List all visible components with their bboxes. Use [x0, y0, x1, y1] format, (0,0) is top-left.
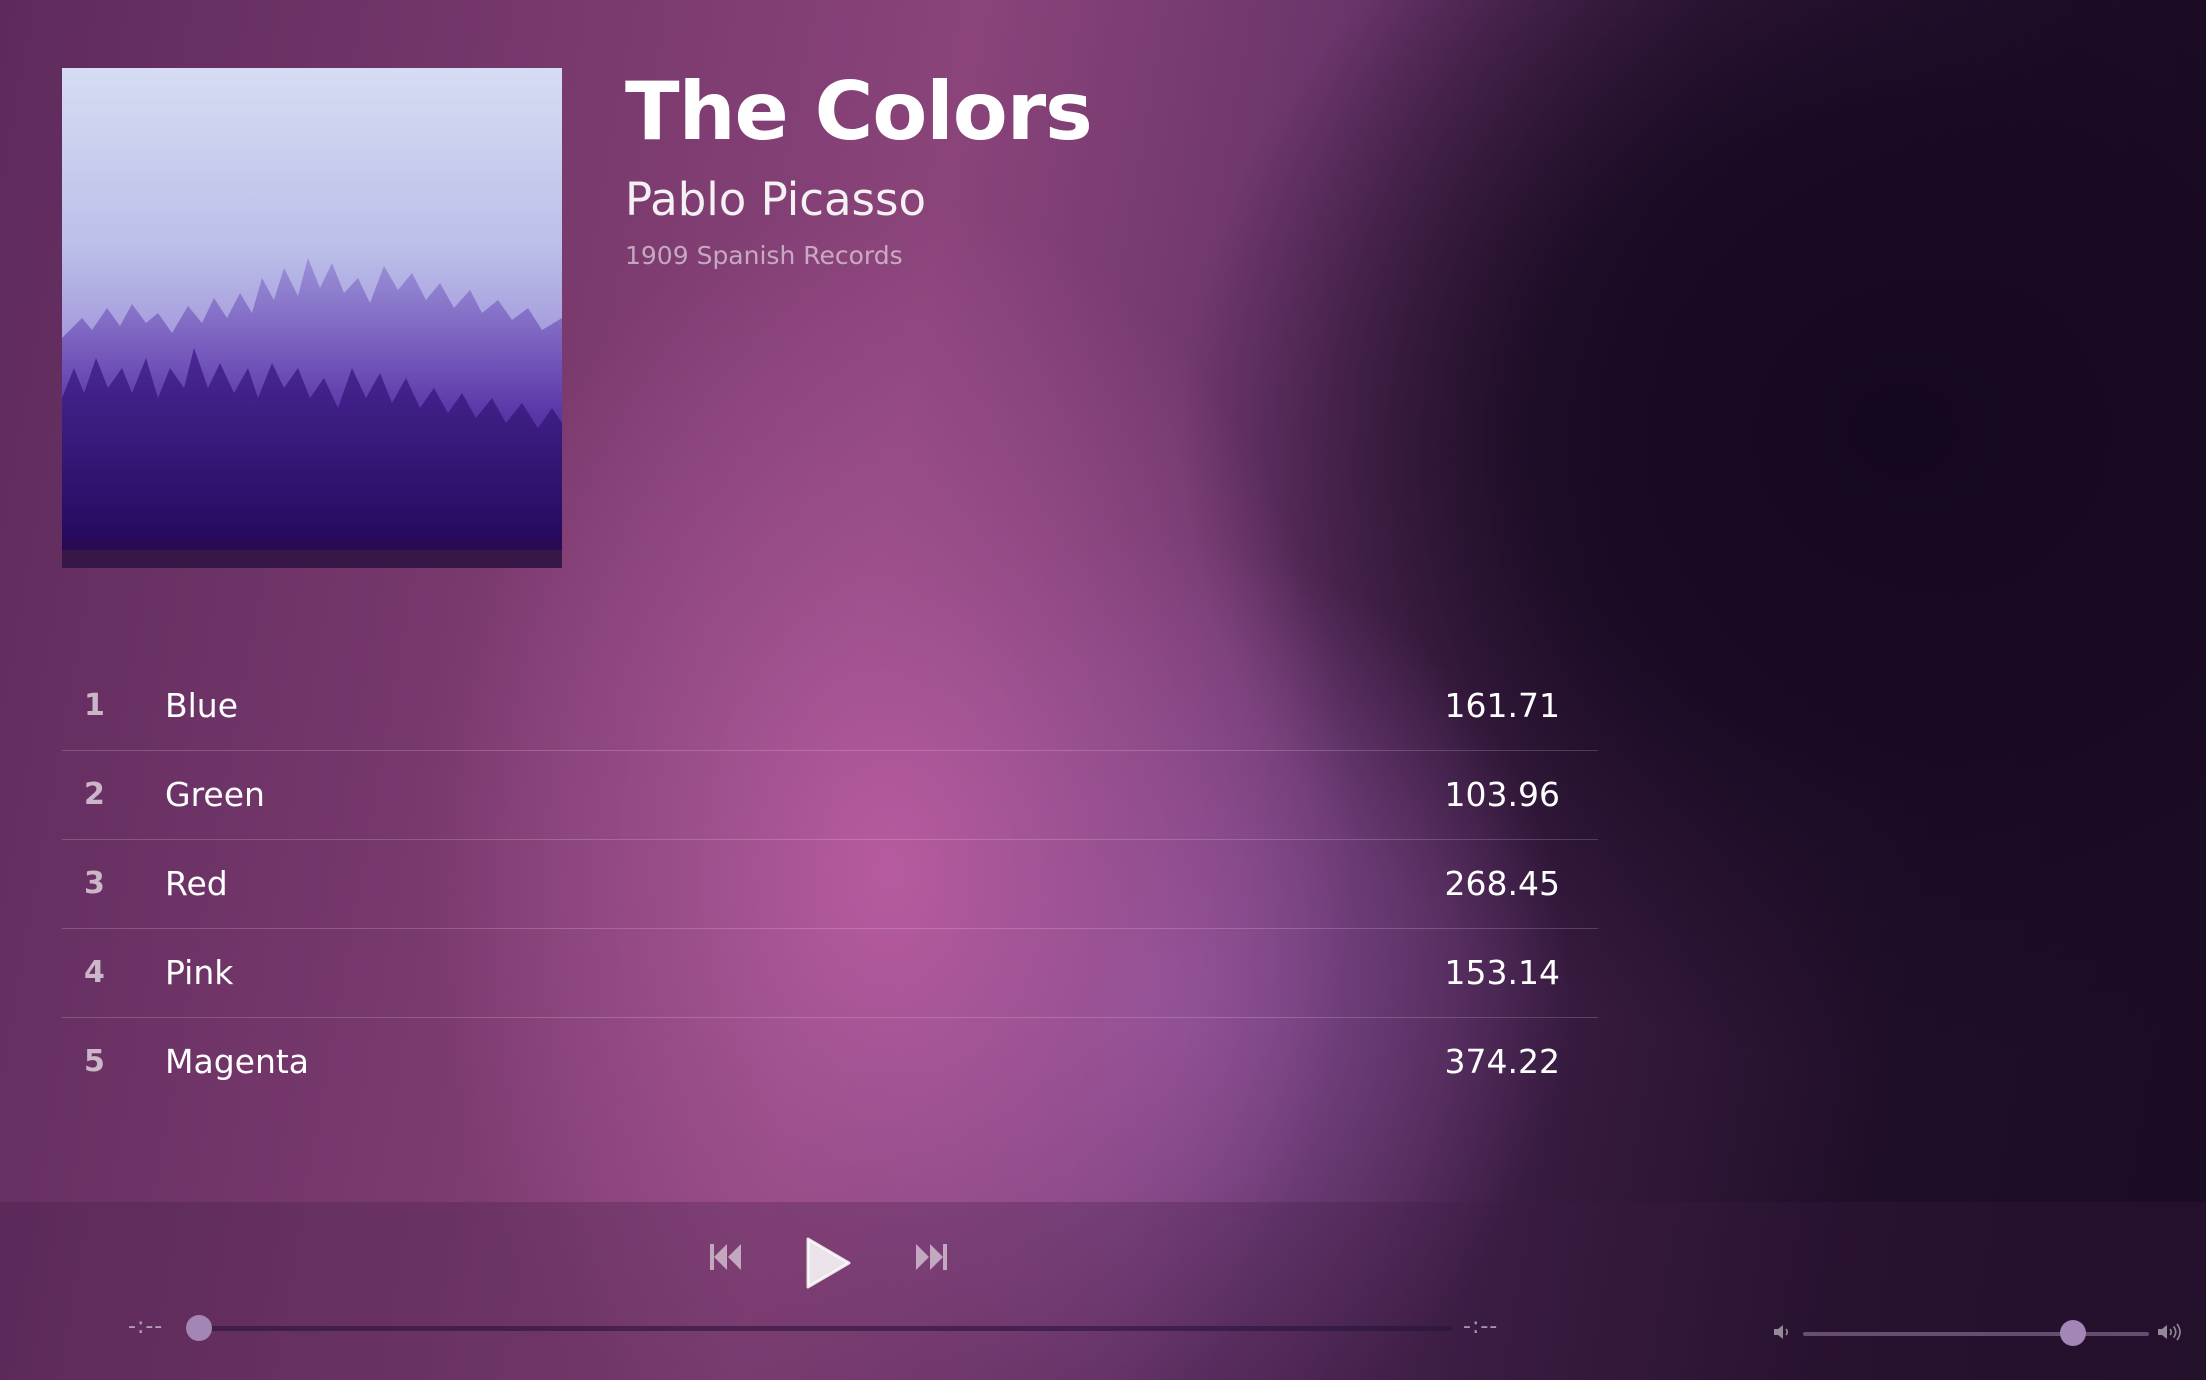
track-title: Blue [165, 686, 239, 725]
album-title: The Colors [625, 65, 1093, 158]
track-duration: 161.71 [1444, 686, 1560, 725]
track-row[interactable]: 4 Pink 153.14 [62, 929, 1598, 1018]
misty-forest-cover-image [62, 68, 562, 568]
progress-thumb[interactable] [186, 1315, 212, 1341]
record-label: 1909 Spanish Records [625, 241, 903, 270]
track-number: 2 [84, 777, 105, 812]
track-row[interactable]: 3 Red 268.45 [62, 840, 1598, 929]
play-icon [806, 1237, 851, 1289]
skip-next-icon [916, 1244, 947, 1270]
volume-high-icon[interactable] [2156, 1322, 2184, 1342]
track-duration: 103.96 [1444, 775, 1560, 814]
player-bar: -:-- -:-- [0, 1202, 2206, 1380]
album-artist[interactable]: Pablo Picasso [625, 172, 926, 228]
track-row[interactable]: 1 Blue 161.71 [62, 662, 1598, 751]
previous-track-button[interactable] [710, 1242, 742, 1272]
track-number: 3 [84, 866, 105, 901]
elapsed-time: -:-- [128, 1314, 164, 1339]
track-row[interactable]: 2 Green 103.96 [62, 751, 1598, 840]
track-number: 5 [84, 1044, 105, 1079]
track-title: Magenta [165, 1042, 310, 1081]
skip-previous-icon [710, 1244, 741, 1270]
album-cover [62, 68, 562, 568]
track-title: Red [165, 864, 228, 903]
track-title: Pink [165, 953, 234, 992]
track-duration: 374.22 [1444, 1042, 1560, 1081]
volume-thumb[interactable] [2059, 1320, 2086, 1346]
total-time: -:-- [1463, 1314, 1499, 1339]
track-duration: 153.14 [1444, 953, 1560, 992]
next-track-button[interactable] [915, 1242, 947, 1272]
progress-bar[interactable] [186, 1315, 1452, 1341]
volume-slider[interactable] [1803, 1320, 2149, 1346]
track-number: 1 [84, 688, 105, 723]
track-row[interactable]: 5 Magenta 374.22 [62, 1018, 1598, 1106]
volume-low-icon[interactable] [1772, 1322, 1792, 1342]
track-duration: 268.45 [1444, 864, 1560, 903]
track-title: Green [165, 775, 265, 814]
track-number: 4 [84, 955, 105, 990]
play-button[interactable] [805, 1237, 851, 1289]
tracklist: 1 Blue 161.71 2 Green 103.96 3 Red 268.4… [62, 662, 1598, 1106]
